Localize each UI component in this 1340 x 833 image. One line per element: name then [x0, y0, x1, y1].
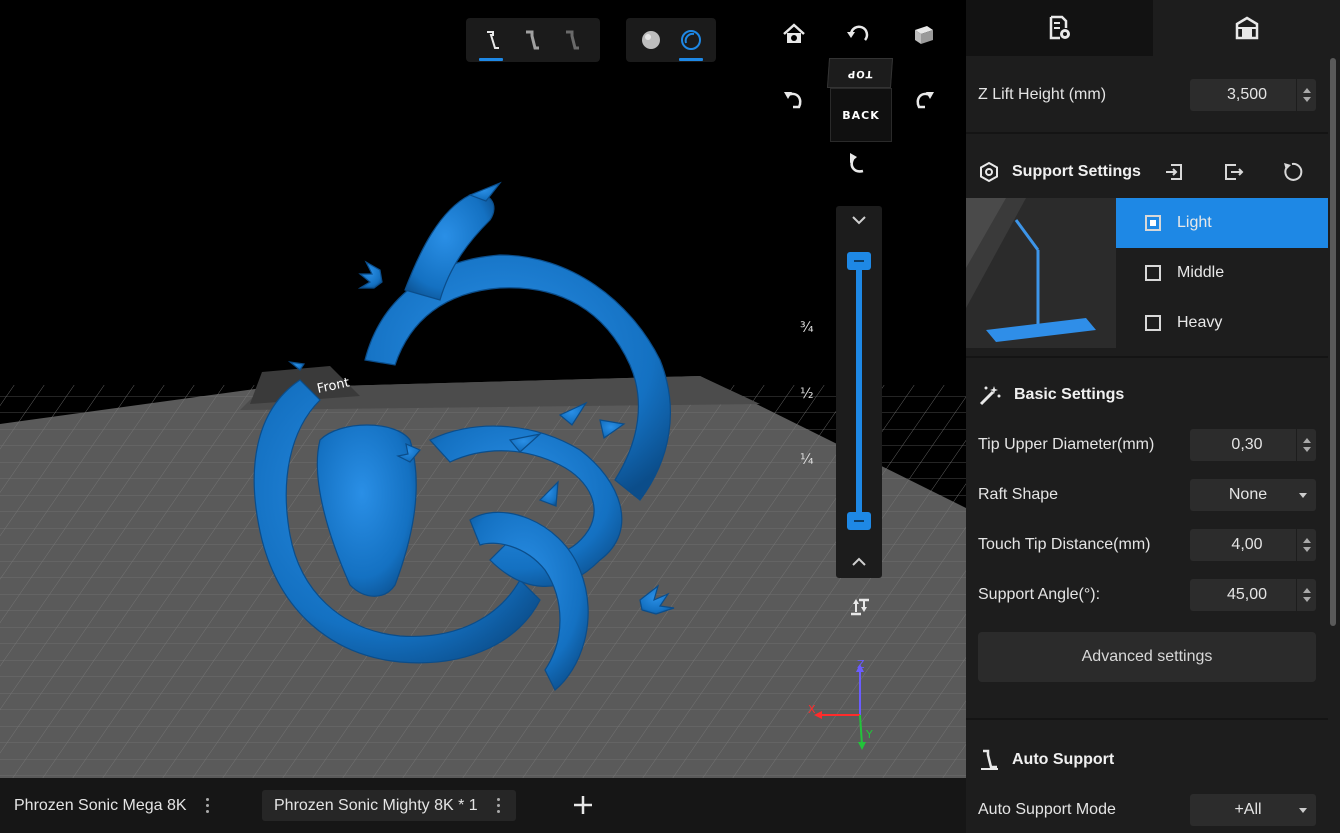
divider	[966, 132, 1328, 134]
add-printer-tab-button[interactable]	[572, 794, 594, 816]
rotate-right-icon	[916, 92, 934, 109]
layer-range-button[interactable]	[842, 590, 878, 626]
solid-view-button[interactable]	[634, 23, 668, 57]
3d-viewport[interactable]: Front Z X Y TOP BACK ¾ ½ ¼	[0, 0, 966, 778]
lower-layer-handle[interactable]	[847, 512, 871, 530]
slider-mark-half: ½	[800, 386, 814, 402]
printer-tab-mega-8k[interactable]: Phrozen Sonic Mega 8K	[6, 790, 223, 821]
auto-support-header: Auto Support	[978, 742, 1114, 778]
z-lift-stepper[interactable]	[1296, 79, 1316, 111]
support-light-view-button[interactable]	[474, 23, 508, 61]
tab-menu-icon[interactable]	[201, 798, 215, 813]
tip-upper-diameter-input[interactable]: 0,30	[1190, 429, 1316, 461]
chevron-down-icon	[1299, 493, 1307, 498]
rotate-left-icon	[784, 92, 802, 109]
support-view-toolbar	[466, 18, 600, 62]
divider	[966, 718, 1328, 720]
printer-tab-bar: Phrozen Sonic Mega 8K Phrozen Sonic Migh…	[0, 778, 966, 833]
svg-text:X: X	[808, 703, 816, 716]
reset-icon[interactable]	[1281, 161, 1303, 183]
z-lift-row: Z Lift Height (mm) 3,500	[978, 77, 1316, 113]
layer-range-icon	[851, 598, 869, 616]
support-heavy-view-button[interactable]	[554, 23, 588, 57]
rotate-left-button[interactable]	[776, 82, 812, 118]
raft-shape-select[interactable]: None	[1190, 479, 1316, 511]
slider-mark-quarter: ¼	[800, 452, 814, 468]
view-cube-top-face[interactable]: TOP	[826, 58, 894, 88]
undo-arrow-icon	[847, 25, 869, 41]
support-medium-view-button[interactable]	[514, 23, 548, 57]
touch-tip-distance-input[interactable]: 4,00	[1190, 529, 1316, 561]
panel-tabs	[966, 0, 1340, 56]
support-box-icon	[1235, 16, 1258, 40]
support-preview-image	[966, 198, 1116, 348]
import-icon[interactable]	[1163, 161, 1185, 183]
rotate-down-icon	[850, 153, 864, 173]
cube-icon	[915, 26, 933, 44]
printer-tab-mighty-8k[interactable]: Phrozen Sonic Mighty 8K * 1	[262, 790, 516, 821]
tab-support-settings[interactable]	[1153, 0, 1340, 56]
upper-layer-handle[interactable]	[847, 252, 871, 270]
layer-slider[interactable]	[836, 206, 882, 578]
file-settings-icon	[1049, 15, 1070, 40]
view-cube[interactable]: TOP BACK	[826, 58, 894, 144]
tip-upper-stepper[interactable]	[1296, 429, 1316, 461]
xray-view-button[interactable]	[674, 23, 708, 61]
z-lift-height-input[interactable]: 3,500	[1190, 79, 1316, 111]
render-mode-toolbar	[626, 18, 716, 62]
undo-view-button[interactable]	[840, 16, 876, 52]
divider	[966, 356, 1328, 358]
chevron-up-icon[interactable]	[851, 556, 867, 568]
touch-tip-distance-row: Touch Tip Distance(mm) 4,00	[978, 527, 1316, 563]
advanced-settings-button[interactable]: Advanced settings	[978, 632, 1316, 682]
view-cube-back-face[interactable]: BACK	[830, 88, 892, 142]
support-heavy-icon	[566, 30, 579, 50]
chevron-down-icon	[1299, 808, 1307, 813]
support-angle-stepper[interactable]	[1296, 579, 1316, 611]
svg-text:Z: Z	[857, 658, 865, 671]
checkbox-unchecked[interactable]	[1145, 315, 1161, 331]
support-angle-input[interactable]: 45,00	[1190, 579, 1316, 611]
chevron-down-icon[interactable]	[851, 214, 867, 226]
slider-track[interactable]	[856, 262, 862, 524]
auto-support-icon	[981, 749, 998, 770]
perspective-cube-button[interactable]	[906, 16, 942, 52]
basic-settings-header: Basic Settings	[978, 377, 1124, 413]
plus-icon	[574, 796, 592, 814]
panel-scroll-area[interactable]: Z Lift Height (mm) 3,500 Support Setting…	[966, 56, 1328, 833]
checkbox-unchecked[interactable]	[1145, 265, 1161, 281]
tab-file-settings[interactable]	[966, 0, 1153, 56]
checkbox-checked[interactable]	[1145, 215, 1161, 231]
slider-mark-three-quarters: ¾	[800, 320, 814, 336]
support-angle-row: Support Angle(°): 45,00	[978, 577, 1316, 613]
home-view-button[interactable]	[776, 16, 812, 52]
touch-tip-stepper[interactable]	[1296, 529, 1316, 561]
auto-support-mode-select[interactable]: +All	[1190, 794, 1316, 826]
support-density-middle[interactable]: Middle	[1116, 248, 1328, 298]
svg-text:Y: Y	[865, 728, 873, 741]
export-icon[interactable]	[1222, 161, 1244, 183]
raft-shape-row: Raft Shape None	[978, 477, 1316, 513]
tip-upper-diameter-row: Tip Upper Diameter(mm) 0,30	[978, 427, 1316, 463]
support-light-icon	[487, 31, 499, 49]
support-density-light[interactable]: Light	[1116, 198, 1328, 248]
xray-sphere-icon	[681, 30, 701, 50]
panel-scrollbar[interactable]	[1330, 58, 1336, 626]
support-medium-icon	[526, 30, 539, 50]
scene[interactable]: Front Z X Y	[0, 0, 966, 778]
magic-wand-icon	[979, 386, 1001, 406]
settings-panel: Z Lift Height (mm) 3,500 Support Setting…	[966, 0, 1340, 833]
support-density-heavy[interactable]: Heavy	[1116, 298, 1328, 348]
solid-sphere-icon	[642, 31, 660, 49]
tab-menu-icon[interactable]	[492, 798, 506, 813]
rotate-right-button[interactable]	[906, 82, 942, 118]
rotate-down-button[interactable]	[840, 146, 876, 182]
home-icon	[783, 23, 805, 43]
support-settings-header: Support Settings	[978, 154, 1316, 190]
auto-support-mode-row: Auto Support Mode +All	[978, 792, 1316, 828]
hexagon-gear-icon	[980, 161, 998, 183]
